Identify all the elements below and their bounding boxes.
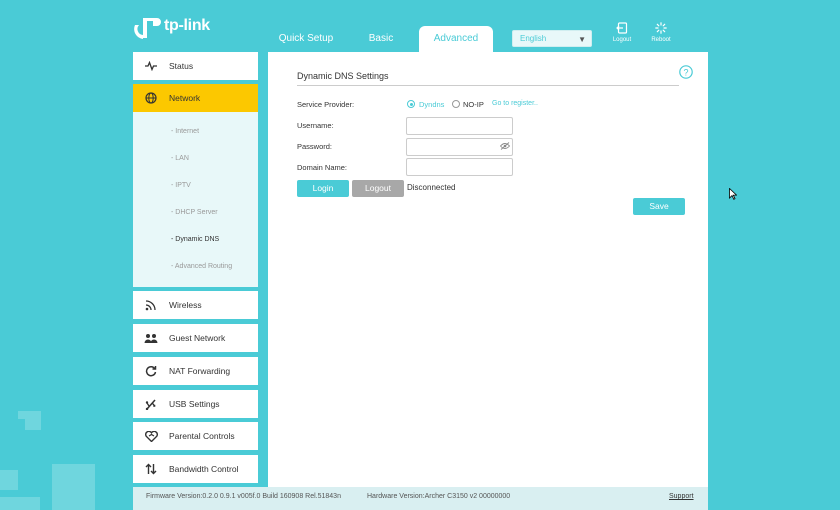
sidebar-item-label: USB Settings xyxy=(169,399,220,409)
save-button[interactable]: Save xyxy=(633,198,685,215)
sidebar-item-network[interactable]: Network xyxy=(133,84,258,112)
logout-header-button[interactable]: Logout xyxy=(602,22,642,43)
background-decoration xyxy=(25,411,41,430)
globe-icon xyxy=(133,92,169,104)
register-link[interactable]: Go to register.. xyxy=(492,100,538,107)
tab-basic[interactable]: Basic xyxy=(358,26,404,52)
sidebar-item-label: Wireless xyxy=(169,300,202,310)
radio-dyndns[interactable] xyxy=(407,100,415,108)
sidebar-item-nat-forwarding[interactable]: NAT Forwarding xyxy=(133,357,258,385)
username-field[interactable] xyxy=(406,117,513,135)
logout-header-label: Logout xyxy=(612,37,632,43)
sidebar-item-label: Parental Controls xyxy=(169,431,235,441)
mouse-cursor-icon xyxy=(729,187,738,202)
submenu-item-advanced-routing[interactable]: - Advanced Routing xyxy=(171,263,232,270)
logout-icon xyxy=(616,22,628,34)
support-link[interactable]: Support xyxy=(669,493,694,500)
usb-icon xyxy=(133,398,169,410)
radio-no-ip[interactable] xyxy=(452,100,460,108)
firmware-version: Firmware Version:0.2.0 0.9.1 v005f.0 Bui… xyxy=(146,493,341,500)
title-divider xyxy=(297,85,679,86)
sidebar-item-label: NAT Forwarding xyxy=(169,366,231,376)
domain-name-field[interactable] xyxy=(406,158,513,176)
reboot-header-button[interactable]: Reboot xyxy=(641,22,681,43)
svg-text:?: ? xyxy=(683,67,688,77)
submenu-item-internet[interactable]: - Internet xyxy=(171,128,199,135)
sidebar-item-bandwidth-control[interactable]: Bandwidth Control xyxy=(133,455,258,483)
service-provider-label: Service Provider: xyxy=(297,100,355,109)
refresh-icon xyxy=(133,365,169,377)
sidebar-item-label: Bandwidth Control xyxy=(169,464,239,474)
main-panel: Dynamic DNS Settings ? Service Provider:… xyxy=(268,52,708,487)
submenu-item-dynamic-dns[interactable]: - Dynamic DNS xyxy=(171,236,219,243)
submenu-item-iptv[interactable]: - IPTV xyxy=(171,182,191,189)
tp-link-logo-icon xyxy=(134,18,161,39)
network-submenu: - Internet - LAN - IPTV - DHCP Server - … xyxy=(133,112,258,287)
sidebar-item-guest-network[interactable]: Guest Network xyxy=(133,324,258,352)
language-value: English xyxy=(520,34,547,43)
connection-status: Disconnected xyxy=(407,183,456,192)
tp-link-logo: tp-link xyxy=(133,12,210,40)
footer: Firmware Version:0.2.0 0.9.1 v005f.0 Bui… xyxy=(133,487,708,510)
reboot-header-label: Reboot xyxy=(651,37,671,43)
users-icon xyxy=(133,333,169,344)
wifi-icon xyxy=(133,299,169,311)
password-field[interactable] xyxy=(406,138,513,156)
language-select[interactable]: English ▼ xyxy=(512,30,592,47)
background-decoration xyxy=(18,411,26,419)
password-label: Password: xyxy=(297,142,333,151)
sidebar-item-label: Network xyxy=(169,93,201,103)
tab-advanced[interactable]: Advanced xyxy=(419,26,493,52)
help-icon[interactable]: ? xyxy=(679,65,693,81)
chevron-down-icon: ▼ xyxy=(578,35,586,44)
page-title: Dynamic DNS Settings xyxy=(297,71,389,81)
background-decoration xyxy=(0,470,18,490)
sidebar-item-usb-settings[interactable]: USB Settings xyxy=(133,390,258,418)
logout-button[interactable]: Logout xyxy=(352,180,404,197)
radio-dyndns-label: Dyndns xyxy=(419,100,445,109)
sidebar-item-label: Status xyxy=(169,61,194,71)
submenu-item-lan[interactable]: - LAN xyxy=(171,155,189,162)
login-button[interactable]: Login xyxy=(297,180,349,197)
submenu-item-dhcp-server[interactable]: - DHCP Server xyxy=(171,209,218,216)
background-decoration xyxy=(52,464,95,510)
hardware-version: Hardware Version:Archer C3150 v2 0000000… xyxy=(367,493,511,500)
sidebar-item-label: Guest Network xyxy=(169,333,226,343)
heart-icon xyxy=(133,430,169,442)
pulse-icon xyxy=(133,61,169,71)
reboot-icon xyxy=(655,22,667,34)
logo-text: tp-link xyxy=(164,17,210,34)
background-decoration xyxy=(0,497,40,510)
radio-no-ip-label: NO-IP xyxy=(463,100,484,109)
sidebar-item-parental-controls[interactable]: Parental Controls xyxy=(133,422,258,450)
sidebar-item-wireless[interactable]: Wireless xyxy=(133,291,258,319)
sidebar-item-status[interactable]: Status xyxy=(133,52,258,80)
eye-hidden-icon[interactable] xyxy=(499,142,511,152)
tab-quick-setup[interactable]: Quick Setup xyxy=(271,26,341,52)
username-label: Username: xyxy=(297,121,334,130)
arrows-icon xyxy=(133,463,169,475)
domain-name-label: Domain Name: xyxy=(297,163,348,172)
